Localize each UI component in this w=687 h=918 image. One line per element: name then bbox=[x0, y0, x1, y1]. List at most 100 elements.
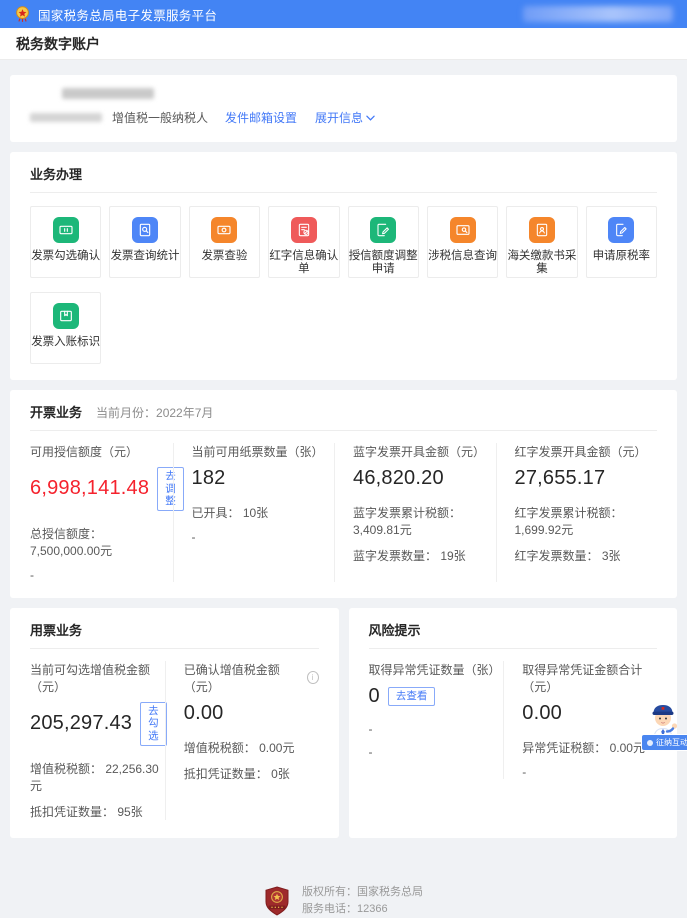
app-title: 国家税务总局电子发票服务平台 bbox=[38, 5, 217, 24]
expand-info-label: 展开信息 bbox=[315, 109, 363, 126]
invoice-query-stats-icon bbox=[132, 217, 158, 243]
biz-item-original-tax-rate-apply[interactable]: 申请原税率 bbox=[586, 206, 657, 278]
stat-value: 27,655.17 bbox=[515, 467, 606, 490]
biz-item-invoice-entry-flag[interactable]: 发票入账标识 bbox=[30, 292, 101, 364]
taxpayer-type-label: 增值税一般纳税人 bbox=[112, 109, 208, 126]
main-content: 增值税一般纳税人 发件邮箱设置 展开信息 业务办理 发票勾选确认 bbox=[0, 60, 687, 838]
info-icon: i bbox=[307, 671, 319, 684]
invoicing-card: 开票业务 当前月份：2022年7月 可用授信额度（元） 6,998,141.48… bbox=[10, 390, 677, 598]
original-tax-rate-apply-icon bbox=[608, 217, 634, 243]
customs-payment-collect-icon bbox=[529, 217, 555, 243]
biz-item-label: 发票勾选确认 bbox=[31, 250, 100, 263]
taxpayer-info-card: 增值税一般纳税人 发件邮箱设置 展开信息 bbox=[10, 75, 677, 142]
risk-section-title: 风险提示 bbox=[369, 620, 658, 639]
taxpayer-id-redacted bbox=[30, 113, 102, 122]
biz-item-credit-limit-adjust[interactable]: 授信额度调整申请 bbox=[348, 206, 419, 278]
biz-item-invoice-query-stats[interactable]: 发票查询统计 bbox=[109, 206, 180, 278]
invoice-inspect-icon bbox=[211, 217, 237, 243]
biz-item-red-letter-info-form[interactable]: 红字信息确认单 bbox=[268, 206, 339, 278]
stat-confirmed-vat-amount: 已确认增值税金额（元） i 0.00 增值税税额： 0.00元 抵扣凭证数量： … bbox=[165, 661, 319, 820]
stat-value: 205,297.43 bbox=[30, 712, 132, 735]
biz-item-invoice-inspect[interactable]: 发票查验 bbox=[189, 206, 260, 278]
stat-value: 0.00 bbox=[184, 702, 224, 725]
stat-detail: - bbox=[192, 530, 335, 544]
stat-label: 当前可用纸票数量（张） bbox=[192, 443, 335, 460]
biz-item-label: 红字信息确认单 bbox=[269, 250, 338, 276]
business-section-title: 业务办理 bbox=[30, 164, 657, 183]
stat-detail: - bbox=[30, 568, 173, 582]
stat-value: 0 bbox=[369, 685, 380, 708]
go-select-button[interactable]: 去勾选 bbox=[140, 702, 167, 746]
chevron-down-icon bbox=[366, 115, 375, 121]
stat-red-invoice-amount: 红字发票开具金额（元） 27,655.17 红字发票累计税额： 1,699.92… bbox=[496, 443, 658, 582]
stat-detail: 抵扣凭证数量： 95张 bbox=[30, 803, 165, 820]
tax-officer-mascot-icon bbox=[641, 698, 683, 738]
stat-label: 红字发票开具金额（元） bbox=[515, 443, 658, 460]
stat-label: 取得异常凭证数量（张） bbox=[369, 661, 504, 678]
invoice-entry-flag-icon bbox=[53, 303, 79, 329]
company-name-redacted bbox=[62, 88, 154, 99]
stat-detail: 增值税税额： 0.00元 bbox=[184, 739, 319, 756]
stat-available-credit: 可用授信额度（元） 6,998,141.48 去调整 总授信额度： 7,500,… bbox=[30, 443, 173, 582]
email-settings-link[interactable]: 发件邮箱设置 bbox=[225, 109, 297, 126]
biz-item-customs-payment-collect[interactable]: 海关缴款书采集 bbox=[506, 206, 577, 278]
footer-phone: 服务电话：12366 bbox=[302, 901, 423, 918]
business-items-grid: 发票勾选确认 发票查询统计 发票查验 bbox=[30, 206, 657, 364]
stat-detail: 异常凭证税额： 0.00元 bbox=[522, 739, 657, 756]
divider bbox=[30, 192, 657, 193]
invoice-check-select-icon bbox=[53, 217, 79, 243]
divider bbox=[30, 648, 319, 649]
stat-label: 取得异常凭证金额合计（元） bbox=[522, 661, 657, 695]
divider bbox=[30, 430, 657, 431]
assistant-mascot[interactable]: 征纳互动 bbox=[641, 698, 687, 743]
biz-item-label: 授信额度调整申请 bbox=[349, 250, 418, 276]
app-header: 国家税务总局电子发票服务平台 bbox=[0, 0, 687, 28]
mascot-label[interactable]: 征纳互动 bbox=[641, 734, 687, 751]
user-info-redacted[interactable] bbox=[523, 6, 673, 22]
stat-abnormal-voucher-amount: 取得异常凭证金额合计（元） 0.00 异常凭证税额： 0.00元 - bbox=[503, 661, 657, 779]
stat-value: 6,998,141.48 bbox=[30, 477, 149, 500]
business-handling-card: 业务办理 发票勾选确认 发票查询统计 bbox=[10, 152, 677, 380]
stat-detail: 红字发票累计税额： 1,699.92元 bbox=[515, 504, 658, 538]
stat-label: 已确认增值税金额（元） bbox=[184, 661, 303, 695]
stat-value: 182 bbox=[192, 467, 226, 490]
biz-item-label: 涉税信息查询 bbox=[428, 250, 497, 263]
expand-info-link[interactable]: 展开信息 bbox=[315, 109, 375, 126]
risk-alert-card: 风险提示 取得异常凭证数量（张） 0 去查看 - - 取得异常凭证金额合计（元）… bbox=[349, 608, 678, 838]
biz-item-label: 申请原税率 bbox=[593, 250, 651, 263]
biz-item-label: 发票查询统计 bbox=[111, 250, 180, 263]
stat-value: 46,820.20 bbox=[353, 467, 444, 490]
biz-item-label: 海关缴款书采集 bbox=[507, 250, 576, 276]
invoicing-section-title: 开票业务 bbox=[30, 402, 82, 421]
credit-limit-adjust-icon bbox=[370, 217, 396, 243]
stat-abnormal-voucher-count: 取得异常凭证数量（张） 0 去查看 - - bbox=[369, 661, 504, 779]
divider bbox=[369, 648, 658, 649]
stat-detail: 增值税税额： 22,256.30元 bbox=[30, 760, 165, 794]
ticket-usage-section-title: 用票业务 bbox=[30, 620, 319, 639]
stat-detail: 已开具： 10张 bbox=[192, 504, 335, 521]
stat-detail: 蓝字发票累计税额： 3,409.81元 bbox=[353, 504, 496, 538]
tax-info-query-icon bbox=[450, 217, 476, 243]
tax-bureau-shield-icon bbox=[264, 886, 290, 916]
page-footer: 版权所有：国家税务总局 服务电话：12366 bbox=[0, 838, 687, 918]
biz-item-invoice-check-select[interactable]: 发票勾选确认 bbox=[30, 206, 101, 278]
stat-detail: - bbox=[369, 722, 504, 736]
mascot-pill-icon bbox=[647, 740, 653, 746]
stat-label: 当前可勾选增值税金额（元） bbox=[30, 661, 165, 695]
biz-item-tax-info-query[interactable]: 涉税信息查询 bbox=[427, 206, 498, 278]
page-title: 税务数字账户 bbox=[16, 34, 100, 54]
stat-detail: 蓝字发票数量： 19张 bbox=[353, 547, 496, 564]
page-title-bar: 税务数字账户 bbox=[0, 28, 687, 60]
stat-blue-invoice-amount: 蓝字发票开具金额（元） 46,820.20 蓝字发票累计税额： 3,409.81… bbox=[334, 443, 496, 582]
ticket-usage-card: 用票业务 当前可勾选增值税金额（元） 205,297.43 去勾选 增值税税额：… bbox=[10, 608, 339, 838]
go-view-button[interactable]: 去查看 bbox=[388, 687, 436, 706]
national-emblem-icon bbox=[14, 6, 31, 23]
biz-item-label: 发票入账标识 bbox=[31, 336, 100, 349]
stat-value: 0.00 bbox=[522, 702, 562, 725]
current-month-label: 当前月份：2022年7月 bbox=[96, 404, 213, 421]
stat-detail: 总授信额度： 7,500,000.00元 bbox=[30, 525, 173, 559]
stat-selectable-vat-amount: 当前可勾选增值税金额（元） 205,297.43 去勾选 增值税税额： 22,2… bbox=[30, 661, 165, 820]
stat-label: 蓝字发票开具金额（元） bbox=[353, 443, 496, 460]
stat-paper-invoice-count: 当前可用纸票数量（张） 182 已开具： 10张 - bbox=[173, 443, 335, 582]
stat-label: 可用授信额度（元） bbox=[30, 443, 173, 460]
